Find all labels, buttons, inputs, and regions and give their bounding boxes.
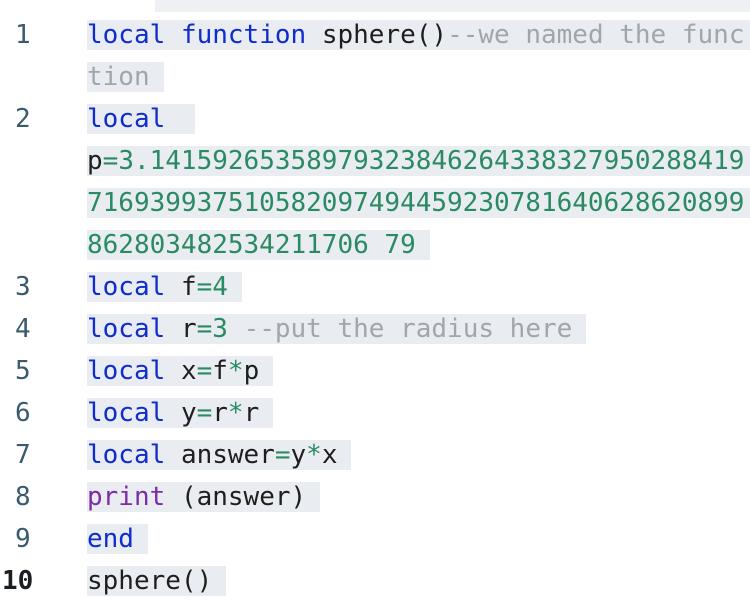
identifier-token: f <box>212 356 228 386</box>
code-line[interactable]: 5 local x=f*p <box>0 350 750 392</box>
identifier-token: y <box>180 398 197 428</box>
identifier-token: sphere() <box>87 566 213 596</box>
line-content[interactable]: local answer=y*x <box>87 434 750 476</box>
line-text: local r=3 --put the radius here <box>87 314 587 344</box>
line-number-current: 10 <box>2 566 34 596</box>
code-line-current[interactable]: 10 sphere() <box>0 560 750 602</box>
line-content[interactable]: local f=4 <box>87 266 750 308</box>
number-token: 3.14159265358979323846264338327950288419… <box>87 146 745 260</box>
operator-token: * <box>306 440 322 470</box>
line-number: 5 <box>15 356 31 386</box>
keyword-token: local <box>87 440 166 470</box>
line-content[interactable]: print (answer) <box>87 476 750 518</box>
identifier-token: f <box>180 272 197 302</box>
line-text: local x=f*p <box>87 356 274 386</box>
code-line[interactable]: 9 end <box>0 518 750 560</box>
identifier-token: x <box>180 356 197 386</box>
line-number: 2 <box>15 104 31 134</box>
code-line[interactable]: 1 local function sphere()--we named the … <box>0 14 750 98</box>
identifier-token: sphere() <box>321 20 448 50</box>
keyword-token: end <box>87 524 134 554</box>
operator-token: * <box>227 356 244 386</box>
code-line[interactable]: 3 local f=4 <box>0 266 750 308</box>
operator-token: = <box>102 146 119 176</box>
identifier-token: p <box>87 146 103 176</box>
line-content[interactable]: sphere() <box>87 560 750 602</box>
line-text: local p=3.141592653589793238462643383279… <box>87 104 750 260</box>
line-number: 9 <box>15 524 31 554</box>
line-content[interactable]: local y=r*r <box>87 392 750 434</box>
line-text: local f=4 <box>87 272 242 302</box>
builtin-function-token: print <box>87 482 166 512</box>
line-content[interactable]: local x=f*p <box>87 350 750 392</box>
line-content[interactable]: local r=3 --put the radius here <box>87 308 750 350</box>
operator-token: = <box>196 398 213 428</box>
editor-top-bar <box>155 0 750 12</box>
comment-token: --put the radius here <box>243 314 573 344</box>
identifier-token: answer <box>180 440 275 470</box>
identifier-token: r <box>212 398 228 428</box>
line-content[interactable]: local p=3.141592653589793238462643383279… <box>87 98 750 266</box>
line-text: local answer=y*x <box>87 440 352 470</box>
keyword-token: local <box>87 356 166 386</box>
line-number: 6 <box>15 398 31 428</box>
operator-token: * <box>227 398 244 428</box>
line-number: 3 <box>15 272 31 302</box>
operator-token: = <box>196 272 213 302</box>
operator-token: = <box>274 440 291 470</box>
line-content[interactable]: end <box>87 518 750 560</box>
identifier-token: r <box>243 398 260 428</box>
operator-token: = <box>196 314 213 344</box>
keyword-token: local <box>87 272 166 302</box>
line-text: sphere() <box>87 566 227 596</box>
code-line[interactable]: 7 local answer=y*x <box>0 434 750 476</box>
line-number: 7 <box>15 440 31 470</box>
line-number: 1 <box>15 20 31 50</box>
keyword-token: local <box>87 20 166 50</box>
identifier-token: p <box>243 356 260 386</box>
line-text: print (answer) <box>87 482 321 512</box>
code-line[interactable]: 4 local r=3 --put the radius here <box>0 308 750 350</box>
keyword-token: function <box>180 20 307 50</box>
keyword-token: local <box>87 104 166 134</box>
line-text: local function sphere()--we named the fu… <box>87 20 750 92</box>
line-text: local y=r*r <box>87 398 274 428</box>
identifier-token: x <box>321 440 338 470</box>
line-text: end <box>87 524 148 554</box>
number-token: 4 <box>212 272 228 302</box>
line-content[interactable]: local function sphere()--we named the fu… <box>87 14 750 98</box>
code-line[interactable]: 6 local y=r*r <box>0 392 750 434</box>
identifier-token: r <box>180 314 197 344</box>
identifier-token: (answer) <box>180 482 307 512</box>
keyword-token: local <box>87 398 166 428</box>
number-token: 3 <box>212 314 228 344</box>
code-editor[interactable]: 1 local function sphere()--we named the … <box>0 14 750 602</box>
code-line[interactable]: 2 local p=3.1415926535897932384626433832… <box>0 98 750 266</box>
keyword-token: local <box>87 314 166 344</box>
line-number: 8 <box>15 482 31 512</box>
operator-token: = <box>196 356 213 386</box>
line-number: 4 <box>15 314 31 344</box>
code-line[interactable]: 8 print (answer) <box>0 476 750 518</box>
identifier-token: y <box>290 440 307 470</box>
